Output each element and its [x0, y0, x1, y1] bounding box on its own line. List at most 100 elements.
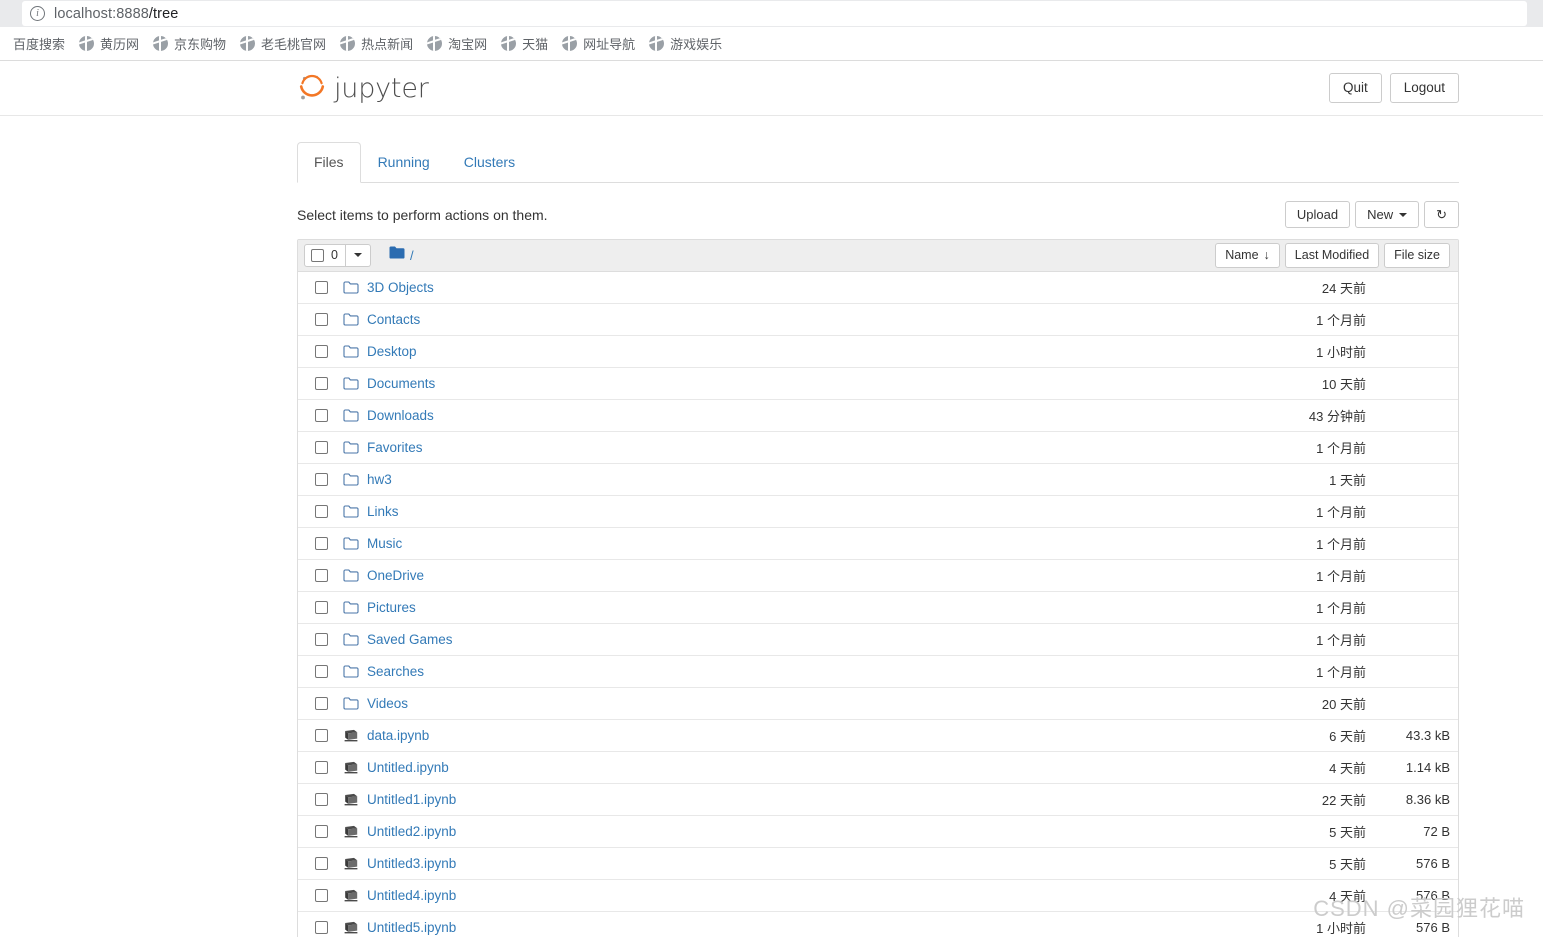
row-checkbox[interactable] [315, 600, 328, 614]
address-bar[interactable]: i localhost:8888/tree [22, 1, 1527, 26]
browser-url-bar: i localhost:8888/tree [0, 0, 1543, 27]
file-name-link[interactable]: Saved Games [367, 632, 453, 647]
row-checkbox[interactable] [315, 728, 328, 742]
table-row[interactable]: Untitled1.ipynb 22 天前 8.36 kB [298, 784, 1458, 816]
row-checkbox[interactable] [315, 632, 328, 646]
row-checkbox[interactable] [315, 664, 328, 678]
file-name-link[interactable]: Untitled1.ipynb [367, 792, 456, 807]
table-row[interactable]: Desktop 1 小时前 [298, 336, 1458, 368]
row-checkbox[interactable] [315, 344, 328, 358]
file-name-link[interactable]: Favorites [367, 440, 423, 455]
select-all-checkbox[interactable] [311, 248, 324, 262]
breadcrumb[interactable]: / [389, 246, 414, 264]
site-info-icon[interactable]: i [30, 6, 45, 21]
file-name-link[interactable]: Music [367, 536, 402, 551]
sort-by-last-modified-button[interactable]: Last Modified [1284, 242, 1380, 268]
table-row[interactable]: Searches 1 个月前 [298, 656, 1458, 688]
table-row[interactable]: Untitled4.ipynb 4 天前 576 B [298, 880, 1458, 912]
bookmark-item[interactable]: 京东购物 [146, 31, 233, 56]
row-checkbox[interactable] [315, 792, 328, 806]
file-name-link[interactable]: Searches [367, 664, 424, 679]
file-name-link[interactable]: 3D Objects [367, 280, 434, 295]
file-name-link[interactable]: Untitled3.ipynb [367, 856, 456, 871]
globe-icon [340, 36, 356, 51]
bookmark-item[interactable]: 游戏娱乐 [642, 31, 729, 56]
table-row[interactable]: Documents 10 天前 [298, 368, 1458, 400]
select-dropdown-button[interactable] [345, 243, 371, 267]
row-checkbox[interactable] [315, 312, 328, 326]
table-row[interactable]: Contacts 1 个月前 [298, 304, 1458, 336]
row-checkbox[interactable] [315, 888, 328, 902]
row-checkbox[interactable] [315, 856, 328, 870]
row-checkbox[interactable] [315, 504, 328, 518]
table-row[interactable]: 3D Objects 24 天前 [298, 272, 1458, 304]
file-name-link[interactable]: Videos [367, 696, 408, 711]
select-all-control[interactable]: 0 [304, 243, 346, 267]
refresh-icon: ↻ [1436, 206, 1447, 222]
file-name-link[interactable]: hw3 [367, 472, 392, 487]
bookmark-item[interactable]: 天猫 [494, 31, 555, 56]
globe-icon [562, 36, 578, 51]
table-row[interactable]: Untitled5.ipynb 1 小时前 576 B [298, 912, 1458, 937]
sort-by-name-button[interactable]: Name ↓ [1215, 242, 1280, 268]
table-row[interactable]: Favorites 1 个月前 [298, 432, 1458, 464]
file-name-link[interactable]: Desktop [367, 344, 417, 359]
bookmark-item[interactable]: 黄历网 [72, 31, 146, 56]
file-name-link[interactable]: Pictures [367, 600, 416, 615]
url-host: localhost:8888 [54, 5, 149, 22]
sort-by-file-size-button[interactable]: File size [1384, 242, 1450, 268]
bookmark-label: 京东购物 [174, 37, 227, 52]
table-row[interactable]: data.ipynb 6 天前 43.3 kB [298, 720, 1458, 752]
file-name-link[interactable]: Downloads [367, 408, 434, 423]
file-name-link[interactable]: Contacts [367, 312, 420, 327]
table-row[interactable]: Music 1 个月前 [298, 528, 1458, 560]
quit-button[interactable]: Quit [1328, 72, 1382, 104]
bookmark-item[interactable]: 淘宝网 [420, 31, 494, 56]
refresh-button[interactable]: ↻ [1424, 200, 1459, 229]
table-row[interactable]: Untitled3.ipynb 5 天前 576 B [298, 848, 1458, 880]
file-name-link[interactable]: Untitled2.ipynb [367, 824, 456, 839]
file-name-link[interactable]: Untitled5.ipynb [367, 920, 456, 935]
row-checkbox[interactable] [315, 472, 328, 486]
table-row[interactable]: Downloads 43 分钟前 [298, 400, 1458, 432]
file-name-link[interactable]: OneDrive [367, 568, 424, 583]
folder-outline-icon [343, 407, 359, 423]
logout-button[interactable]: Logout [1389, 72, 1459, 104]
row-checkbox[interactable] [315, 376, 328, 390]
bookmark-item[interactable]: 百度搜索 [6, 31, 72, 56]
table-row[interactable]: Links 1 个月前 [298, 496, 1458, 528]
row-checkbox[interactable] [315, 696, 328, 710]
file-name-link[interactable]: Untitled4.ipynb [367, 888, 456, 903]
jupyter-logo[interactable]: jupyter [297, 73, 429, 104]
row-checkbox[interactable] [315, 824, 328, 838]
table-row[interactable]: Untitled.ipynb 4 天前 1.14 kB [298, 752, 1458, 784]
row-checkbox[interactable] [315, 280, 328, 294]
new-button[interactable]: New [1355, 200, 1420, 229]
folder-outline-icon [343, 695, 359, 711]
table-row[interactable]: Untitled2.ipynb 5 天前 72 B [298, 816, 1458, 848]
table-row[interactable]: OneDrive 1 个月前 [298, 560, 1458, 592]
upload-button[interactable]: Upload [1284, 200, 1351, 229]
table-row[interactable]: Videos 20 天前 [298, 688, 1458, 720]
row-checkbox[interactable] [315, 568, 328, 582]
bookmark-item[interactable]: 热点新闻 [333, 31, 420, 56]
tab-clusters[interactable]: Clusters [447, 142, 532, 183]
row-checkbox[interactable] [315, 760, 328, 774]
tab-running[interactable]: Running [361, 142, 447, 183]
row-checkbox[interactable] [315, 920, 328, 934]
file-name-link[interactable]: Untitled.ipynb [367, 760, 449, 775]
file-name-link[interactable]: Links [367, 504, 399, 519]
table-row[interactable]: hw3 1 天前 [298, 464, 1458, 496]
bookmark-item[interactable]: 老毛桃官网 [233, 31, 333, 56]
file-name-link[interactable]: data.ipynb [367, 728, 429, 743]
table-row[interactable]: Pictures 1 个月前 [298, 592, 1458, 624]
row-checkbox[interactable] [315, 536, 328, 550]
tab-files[interactable]: Files [297, 142, 361, 183]
bookmark-item[interactable]: 网址导航 [555, 31, 642, 56]
table-row[interactable]: Saved Games 1 个月前 [298, 624, 1458, 656]
file-name-link[interactable]: Documents [367, 376, 435, 391]
row-checkbox[interactable] [315, 440, 328, 454]
file-browser-panel: 0 / Name ↓ Last Modified File size 3D Ob… [297, 238, 1459, 937]
row-checkbox[interactable] [315, 408, 328, 422]
breadcrumb-root[interactable]: / [410, 248, 414, 263]
